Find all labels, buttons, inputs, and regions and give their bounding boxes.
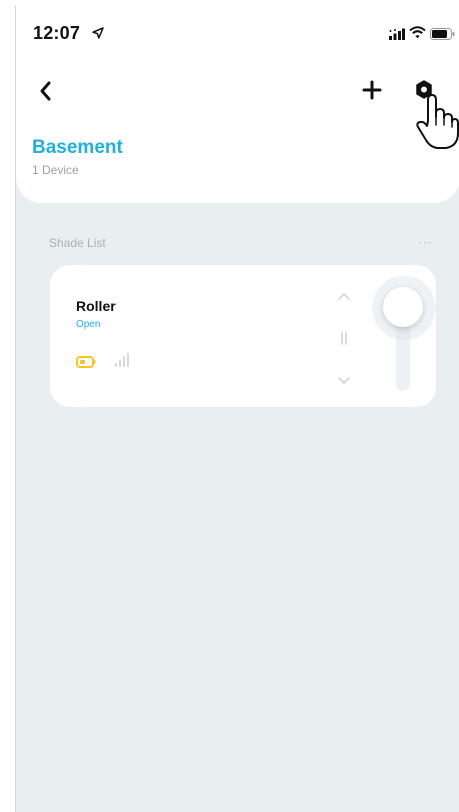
app-screen: 12:07 Basement 1 Device Shade List ··· R… [15, 5, 459, 812]
pause-icon [334, 331, 354, 350]
room-title: Basement [32, 137, 123, 158]
shade-name: Roller [76, 298, 116, 314]
back-button[interactable] [36, 79, 58, 103]
plus-icon [361, 80, 383, 105]
status-bar: 12:07 [16, 5, 459, 49]
header-card: 12:07 Basement 1 Device [16, 5, 459, 203]
shade-card-roller[interactable]: Roller Open [50, 265, 436, 407]
signal-bars-icon [114, 352, 130, 373]
cellular-signal-icon [389, 27, 405, 45]
hand-pointer-icon [414, 91, 459, 156]
chevron-down-icon [334, 374, 354, 391]
battery-low-icon [76, 355, 96, 373]
open-shade-button[interactable] [334, 290, 354, 304]
location-arrow-icon [92, 26, 104, 44]
wifi-icon [409, 26, 426, 44]
device-count: 1 Device [32, 163, 79, 177]
more-options-button[interactable]: ··· [418, 235, 433, 249]
chevron-up-icon [334, 291, 354, 308]
battery-icon [430, 27, 455, 45]
shade-status: Open [76, 319, 101, 330]
add-device-button[interactable] [361, 79, 383, 101]
close-shade-button[interactable] [334, 373, 354, 387]
status-time: 12:07 [33, 23, 81, 43]
slider-thumb[interactable] [383, 287, 423, 327]
chevron-left-icon [36, 81, 58, 107]
shade-list-label: Shade List [49, 236, 106, 250]
pause-shade-button[interactable] [334, 330, 354, 346]
